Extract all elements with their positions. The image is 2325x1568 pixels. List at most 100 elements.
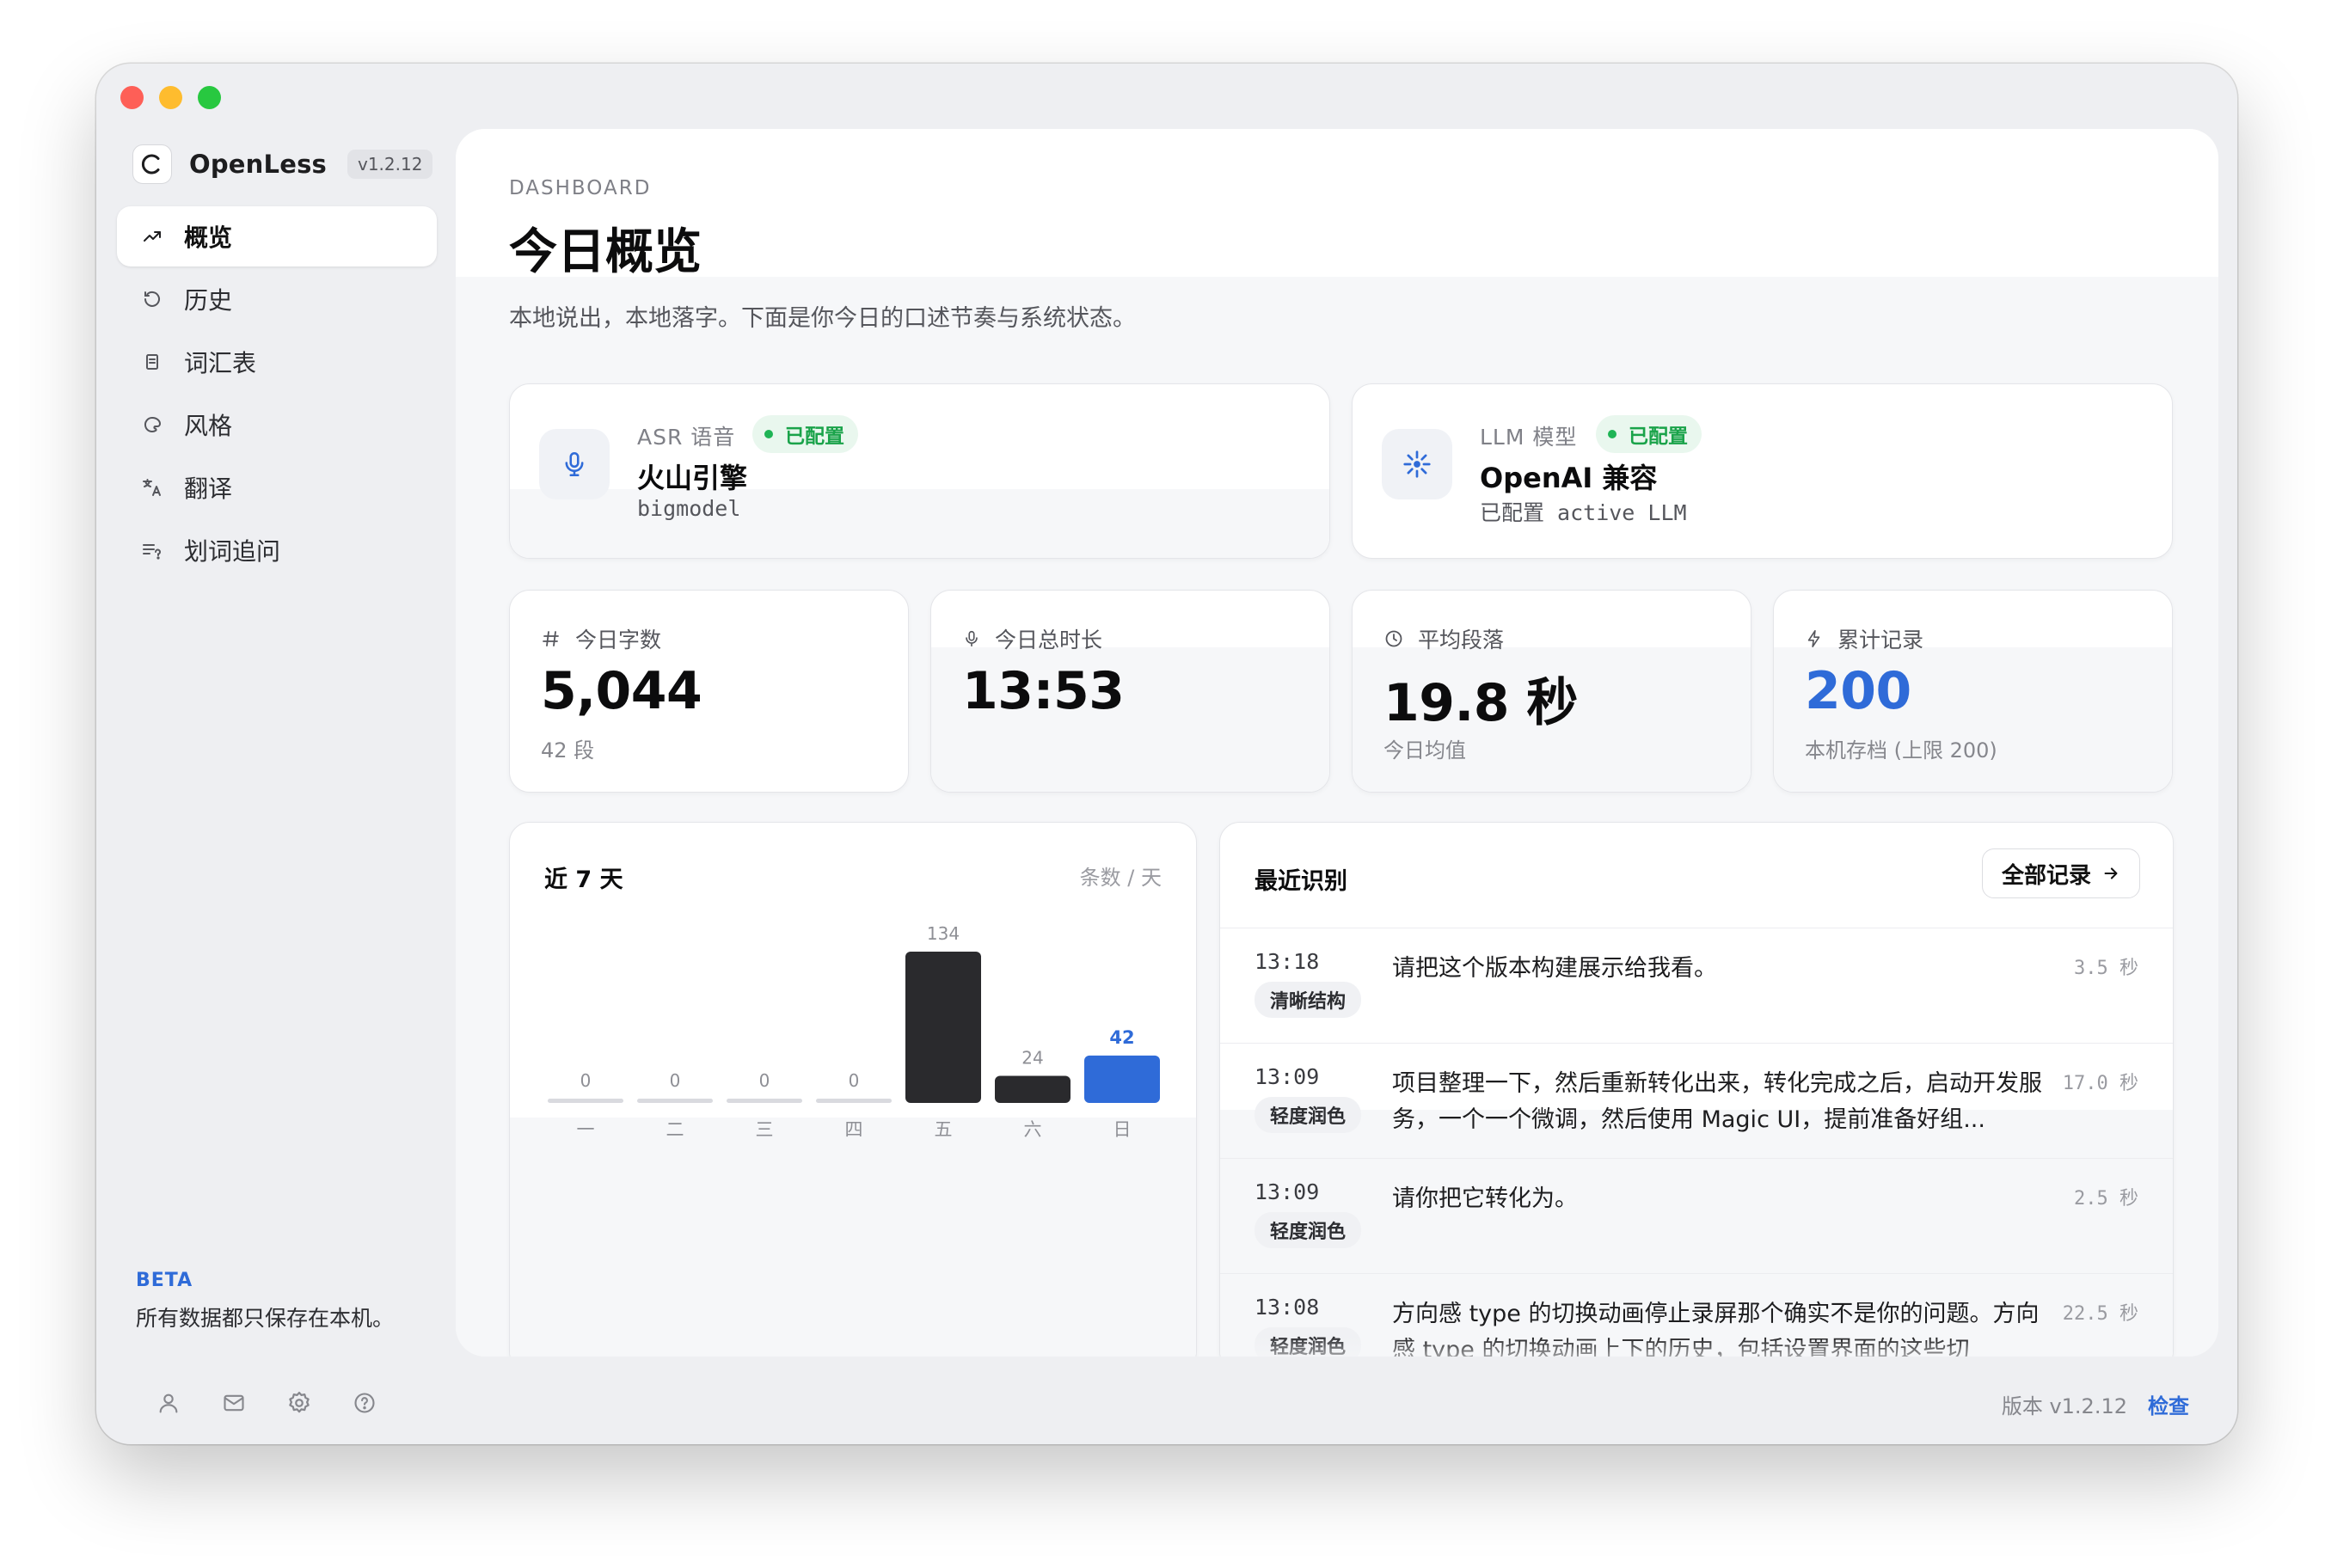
- llm-provider-name: OpenAI 兼容: [1480, 462, 1658, 494]
- app-name: OpenLess: [189, 150, 327, 179]
- tick-label: 五: [935, 1119, 953, 1140]
- user-icon[interactable]: [153, 1387, 184, 1418]
- stat-card-average: 平均段落 19.8 秒 今日均值: [1352, 590, 1751, 793]
- mail-icon[interactable]: [218, 1387, 249, 1418]
- recent-time: 13:09: [1255, 1179, 1320, 1204]
- arrow-right-icon: [2104, 867, 2118, 879]
- stat-value: 13:53: [962, 661, 1125, 721]
- chart-bar: [1084, 1055, 1160, 1103]
- version-text: 版本 v1.2.12: [2001, 1394, 2127, 1418]
- recent-list: 13:18 清晰结构 请把这个版本构建展示给我看。 3.5 秒 13:09 轻度…: [1220, 928, 2173, 1357]
- stat-card-total: 累计记录 200 本机存档 (上限 200): [1773, 590, 2173, 793]
- page-subtitle: 本地说出，本地落字。下面是你今日的口述节奏与系统状态。: [509, 305, 1136, 332]
- data-label: 42: [1109, 1027, 1134, 1048]
- stat-label: 累计记录: [1837, 628, 1924, 652]
- stat-value: 5,044: [541, 661, 702, 721]
- beta-label: BETA: [136, 1270, 193, 1291]
- sidebar-item-label: 划词追问: [184, 537, 281, 566]
- bottom-toolbar: [153, 1387, 380, 1418]
- recent-duration: 2.5 秒: [2074, 1188, 2138, 1210]
- window-controls: [120, 86, 221, 109]
- tick-label: 六: [1024, 1119, 1042, 1140]
- stat-label: 今日字数: [575, 628, 662, 652]
- recent-text: 请把这个版本构建展示给我看。: [1392, 955, 1717, 982]
- ask-icon: [139, 537, 165, 563]
- list-item[interactable]: 13:09 轻度润色 项目整理一下，然后重新转化出来，转化完成之后，启动开发服务…: [1220, 1043, 2173, 1158]
- trend-icon: [139, 224, 165, 249]
- sidebar-nav: 概览 历史 词汇表 风格 翻译 划词追问: [117, 206, 437, 583]
- stat-value: 19.8 秒: [1383, 673, 1578, 733]
- help-icon[interactable]: [349, 1387, 380, 1418]
- stat-label: 今日总时长: [995, 628, 1103, 652]
- sidebar-item-label: 历史: [184, 286, 233, 315]
- tick-label: 二: [666, 1119, 684, 1140]
- main-panel: DASHBOARD 今日概览 本地说出，本地落字。下面是你今日的口述节奏与系统状…: [456, 129, 2218, 1357]
- gear-icon[interactable]: [284, 1387, 315, 1418]
- all-records-button[interactable]: 全部记录: [1981, 848, 2140, 898]
- chart-bar: [637, 1099, 713, 1103]
- chart-bar: [905, 952, 981, 1103]
- chart-bar: [727, 1099, 802, 1103]
- chart-bar: [995, 1075, 1070, 1103]
- zoom-window-button[interactable]: [198, 86, 221, 109]
- chart-bar: [816, 1099, 892, 1103]
- sidebar-item-style[interactable]: 风格: [117, 395, 437, 455]
- data-label: 134: [927, 923, 960, 944]
- stat-sub: 42 段: [541, 738, 595, 763]
- stat-sub: 今日均值: [1383, 738, 1466, 763]
- asr-status-badge: 已配置: [752, 415, 858, 453]
- hash-icon: [541, 628, 561, 649]
- llm-config-card[interactable]: LLM 模型 已配置 OpenAI 兼容 已配置 active LLM: [1352, 383, 2173, 559]
- bolt-icon: [1805, 628, 1824, 649]
- data-label: 24: [1021, 1047, 1043, 1068]
- tick-label: 四: [845, 1119, 863, 1140]
- sidebar-item-translate[interactable]: 翻译: [117, 457, 437, 518]
- recent-title: 最近识别: [1255, 868, 1347, 895]
- recent-time: 13:09: [1255, 1064, 1320, 1089]
- translate-icon: [139, 475, 165, 500]
- version-badge: v1.2.12: [347, 150, 433, 179]
- style-tag: 轻度润色: [1255, 1212, 1362, 1248]
- asr-config-card[interactable]: ASR 语音 已配置 火山引擎 bigmodel: [509, 383, 1330, 559]
- recent-duration: 22.5 秒: [2062, 1303, 2138, 1325]
- check-update-link[interactable]: 检查: [2148, 1389, 2189, 1419]
- stat-sub: 本机存档 (上限 200): [1805, 738, 1997, 763]
- app-window: OpenLess v1.2.12 概览 历史 词汇表 风格 翻译 划词追问 BE…: [96, 64, 2237, 1444]
- style-tag: 清晰结构: [1255, 982, 1362, 1018]
- history-icon: [139, 286, 165, 312]
- bar-chart: 0 一 0 二 0 三 0 四 134 五 24 六 42 日: [548, 923, 1160, 1140]
- stat-card-words: 今日字数 5,044 42 段: [509, 590, 909, 793]
- close-window-button[interactable]: [120, 86, 144, 109]
- recent-card: 最近识别 全部记录 13:18 清晰结构 请把这个版本构建展示给我看。 3.5 …: [1219, 822, 2174, 1357]
- data-label: 0: [580, 1070, 592, 1091]
- asr-label: ASR 语音: [637, 425, 736, 450]
- tick-label: 日: [1113, 1119, 1132, 1140]
- brand: OpenLess v1.2.12: [132, 144, 433, 184]
- stat-label: 平均段落: [1418, 628, 1505, 652]
- minimize-window-button[interactable]: [159, 86, 182, 109]
- data-label: 0: [670, 1070, 681, 1091]
- stat-value: 200: [1805, 661, 1911, 721]
- sidebar-item-label: 概览: [184, 224, 233, 252]
- mic-icon: [962, 628, 981, 649]
- style-tag: 轻度润色: [1255, 1097, 1362, 1133]
- sidebar-item-label: 风格: [184, 412, 233, 440]
- list-item[interactable]: 13:18 清晰结构 请把这个版本构建展示给我看。 3.5 秒: [1220, 928, 2173, 1043]
- stat-card-duration: 今日总时长 13:53: [930, 590, 1330, 793]
- sidebar-item-history[interactable]: 历史: [117, 269, 437, 329]
- glossary-icon: [139, 349, 165, 375]
- sidebar-item-ask[interactable]: 划词追问: [117, 520, 437, 580]
- version-footer: 版本 v1.2.12 检查: [2002, 1389, 2189, 1419]
- sidebar-item-glossary[interactable]: 词汇表: [117, 332, 437, 392]
- beta-note: 所有数据都只保存在本机。: [136, 1306, 395, 1331]
- recent-duration: 3.5 秒: [2074, 958, 2138, 979]
- list-item[interactable]: 13:09 轻度润色 请你把它转化为。 2.5 秒: [1220, 1158, 2173, 1273]
- asr-model-name: bigmodel: [637, 496, 741, 521]
- mic-icon: [539, 429, 610, 499]
- recent-text: 请你把它转化为。: [1392, 1185, 1578, 1212]
- data-label: 0: [759, 1070, 770, 1091]
- asr-provider-name: 火山引擎: [637, 462, 748, 494]
- sidebar-item-overview[interactable]: 概览: [117, 206, 437, 266]
- tick-label: 一: [577, 1119, 595, 1140]
- page-title: 今日概览: [509, 224, 702, 280]
